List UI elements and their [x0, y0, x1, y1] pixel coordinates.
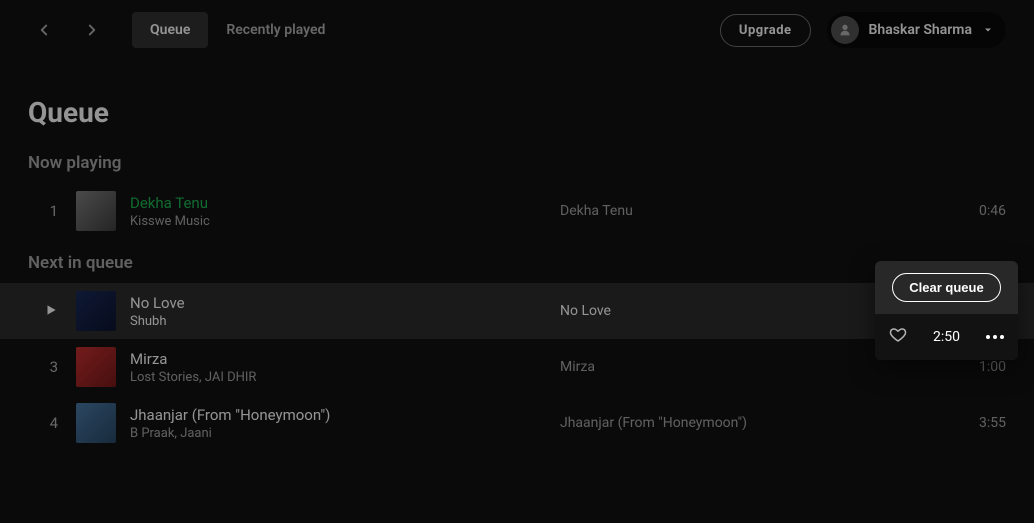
- heart-icon: [889, 326, 907, 344]
- track-titles: Dekha Tenu Kisswe Music: [130, 194, 560, 229]
- album-name: Mirza: [560, 359, 946, 375]
- menu-duration: 2:50: [933, 329, 960, 345]
- track-title: No Love: [130, 294, 560, 312]
- upgrade-button[interactable]: Upgrade: [720, 14, 811, 47]
- track-titles: Mirza Lost Stories, JAI DHIR: [130, 350, 560, 385]
- play-button[interactable]: [28, 302, 58, 321]
- caret-down-icon: [982, 24, 994, 36]
- context-menu: Clear queue 2:50: [875, 261, 1018, 360]
- track-title: Dekha Tenu: [130, 194, 560, 212]
- user-icon: [837, 22, 853, 38]
- user-name: Bhaskar Sharma: [869, 22, 972, 38]
- section-now-playing: Now playing: [28, 153, 1006, 173]
- track-duration: 1:00: [946, 359, 1006, 375]
- avatar: [831, 16, 859, 44]
- track-duration: 3:55: [946, 415, 1006, 431]
- album-art: [76, 347, 116, 387]
- tab-queue[interactable]: Queue: [132, 12, 208, 48]
- track-row-now-playing[interactable]: 1 Dekha Tenu Kisswe Music Dekha Tenu 0:4…: [0, 183, 1034, 239]
- page-title: Queue: [28, 96, 1006, 129]
- play-icon: [44, 303, 58, 317]
- track-artist: Shubh: [130, 314, 560, 329]
- chevron-right-icon: [83, 21, 101, 39]
- album-art: [76, 403, 116, 443]
- track-index: 1: [28, 202, 58, 220]
- track-titles: Jhaanjar (From "Honeymoon") B Praak, Jaa…: [130, 406, 560, 441]
- nav-arrows: [28, 14, 108, 46]
- section-next-in-queue: Next in queue: [28, 253, 1006, 273]
- track-duration: 0:46: [946, 203, 1006, 219]
- menu-header: Clear queue: [875, 261, 1018, 314]
- track-title: Jhaanjar (From "Honeymoon"): [130, 406, 560, 424]
- track-index: 4: [28, 414, 58, 432]
- track-artist: Kisswe Music: [130, 214, 560, 229]
- view-tabs: Queue Recently played: [132, 12, 343, 48]
- track-titles: No Love Shubh: [130, 294, 560, 329]
- album-art: [76, 291, 116, 331]
- like-button[interactable]: [889, 326, 907, 348]
- tab-recently-played[interactable]: Recently played: [208, 12, 343, 48]
- content: Queue Now playing 1 Dekha Tenu Kisswe Mu…: [0, 60, 1034, 459]
- top-bar: Queue Recently played Upgrade Bhaskar Sh…: [0, 0, 1034, 60]
- clear-queue-button[interactable]: Clear queue: [892, 273, 1000, 302]
- dots-icon: [986, 335, 990, 339]
- more-options-button[interactable]: [986, 335, 1004, 339]
- track-index: 3: [28, 358, 58, 376]
- forward-button[interactable]: [76, 14, 108, 46]
- track-row[interactable]: 4 Jhaanjar (From "Honeymoon") B Praak, J…: [0, 395, 1034, 451]
- album-name: Dekha Tenu: [560, 203, 946, 219]
- menu-track-row: 2:50: [875, 314, 1018, 360]
- user-menu[interactable]: Bhaskar Sharma: [827, 12, 1006, 48]
- track-title: Mirza: [130, 350, 560, 368]
- chevron-left-icon: [35, 21, 53, 39]
- track-artist: B Praak, Jaani: [130, 426, 560, 441]
- album-name: Jhaanjar (From "Honeymoon"): [560, 415, 946, 431]
- track-artist: Lost Stories, JAI DHIR: [130, 370, 560, 385]
- back-button[interactable]: [28, 14, 60, 46]
- album-art: [76, 191, 116, 231]
